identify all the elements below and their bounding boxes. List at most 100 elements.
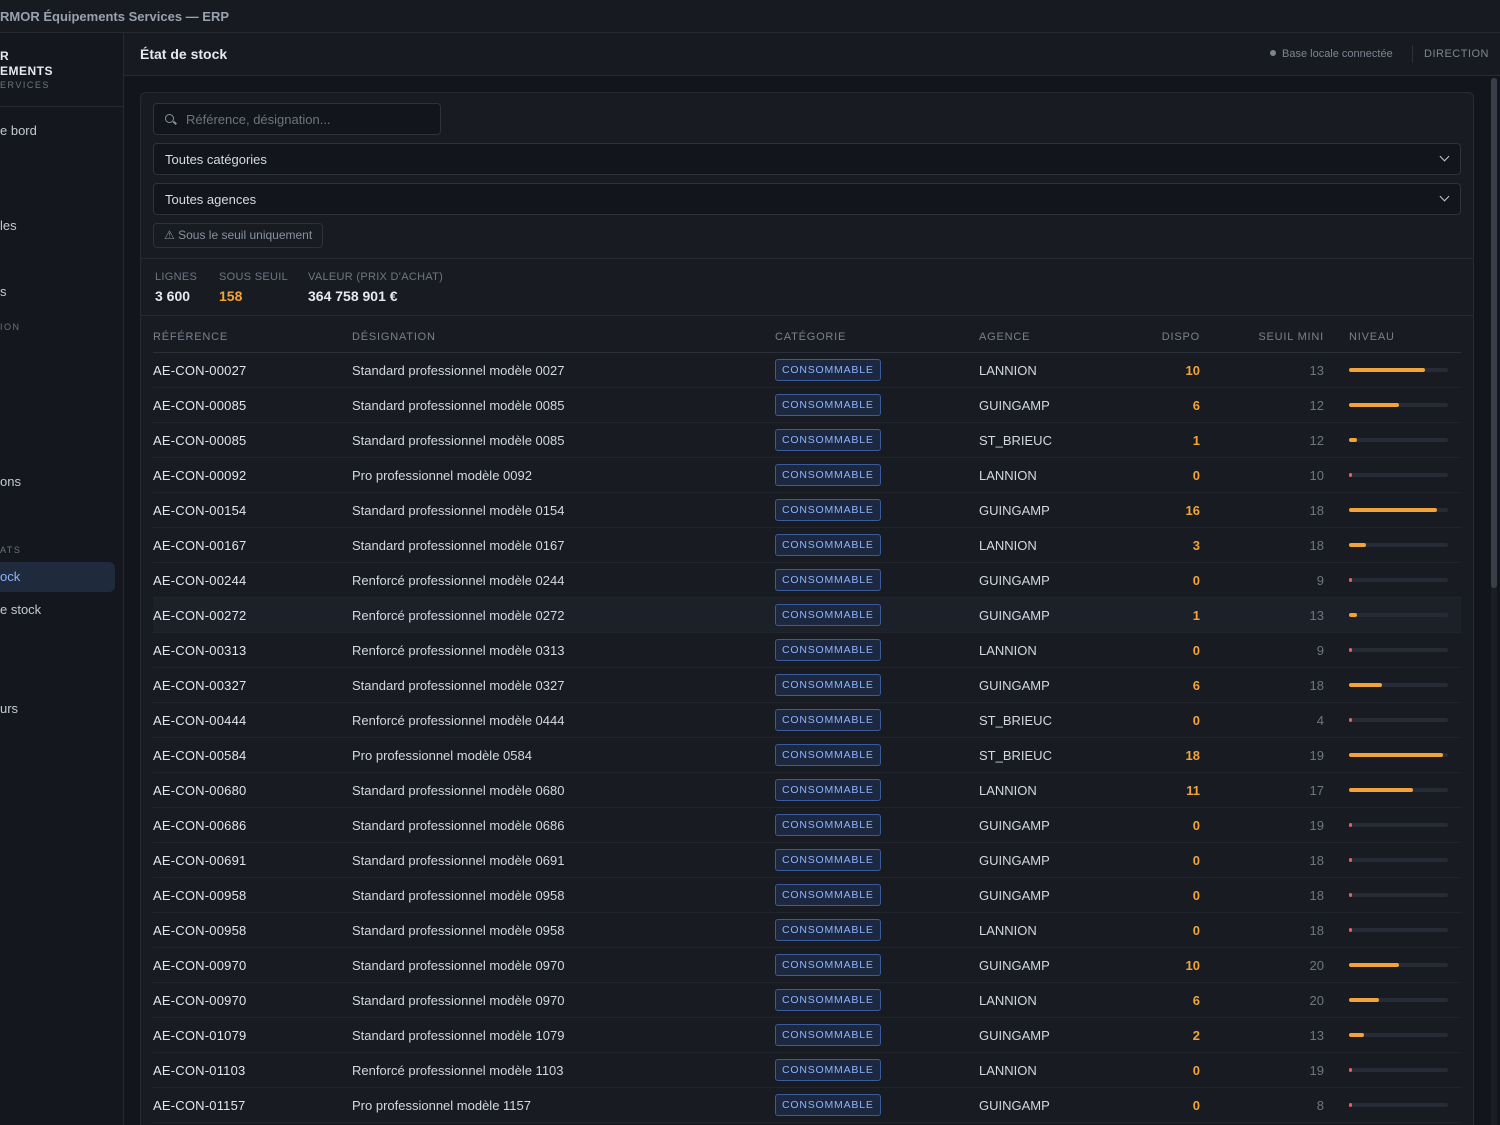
cell-dispo: 0 [1192, 888, 1200, 903]
level-bar [1349, 403, 1448, 407]
sidebar-item-modules[interactable]: les [0, 218, 17, 233]
scrollbar-thumb[interactable] [1491, 78, 1497, 588]
level-bar-fill [1349, 578, 1352, 582]
cell-designation: Standard professionnel modèle 0167 [352, 538, 565, 553]
stat-lines: LIGNES 3 600 [155, 271, 197, 304]
level-bar-fill [1349, 718, 1352, 722]
level-bar [1349, 1033, 1448, 1037]
column-header-reference[interactable]: RÉFÉRENCE [153, 331, 228, 343]
sidebar-item-misc[interactable]: s [0, 284, 7, 299]
table-row[interactable]: AE-CON-00958 Standard professionnel modèl… [153, 878, 1461, 913]
cell-designation: Standard professionnel modèle 0958 [352, 888, 565, 903]
level-bar [1349, 648, 1448, 652]
table-row[interactable]: AE-CON-01103 Renforcé professionnel modèl… [153, 1053, 1461, 1088]
column-header-designation[interactable]: DÉSIGNATION [352, 331, 436, 343]
cell-dispo: 10 [1185, 958, 1200, 973]
cell-reference: AE-CON-00085 [153, 433, 247, 448]
cell-designation: Pro professionnel modèle 0584 [352, 748, 532, 763]
cell-agency: LANNION [979, 363, 1037, 378]
level-bar [1349, 963, 1448, 967]
cell-agency: ST_BRIEUC [979, 748, 1052, 763]
user-role[interactable]: DIRECTION [1424, 48, 1489, 60]
level-bar [1349, 998, 1448, 1002]
search-input[interactable] [186, 104, 436, 134]
level-bar [1349, 578, 1448, 582]
cell-threshold: 18 [1309, 888, 1324, 903]
category-badge: CONSOMMABLE [775, 709, 881, 731]
table-row[interactable]: AE-CON-00958 Standard professionnel modèl… [153, 913, 1461, 948]
table-row[interactable]: AE-CON-00970 Standard professionnel modèl… [153, 948, 1461, 983]
table-row[interactable]: AE-CON-00085 Standard professionnel modèl… [153, 423, 1461, 458]
cell-reference: AE-CON-00244 [153, 573, 247, 588]
cell-threshold: 13 [1309, 608, 1324, 623]
table-row[interactable]: AE-CON-00313 Renforcé professionnel modèl… [153, 633, 1461, 668]
sidebar-item-dashboard[interactable]: e bord [0, 123, 37, 138]
table-row[interactable]: AE-CON-00092 Pro professionnel modèle 009… [153, 458, 1461, 493]
table-row[interactable]: AE-CON-01079 Standard professionnel modèl… [153, 1018, 1461, 1053]
cell-threshold: 19 [1309, 748, 1324, 763]
connection-status: Base locale connectée [1270, 48, 1393, 60]
header-separator [1412, 45, 1413, 63]
table-row[interactable]: AE-CON-00244 Renforcé professionnel modèl… [153, 563, 1461, 598]
table-row[interactable]: AE-CON-00154 Standard professionnel modèl… [153, 493, 1461, 528]
sidebar-item-stock-movements[interactable]: e stock [0, 602, 41, 617]
table-row[interactable]: AE-CON-00027 Standard professionnel modèl… [153, 353, 1461, 388]
category-badge: CONSOMMABLE [775, 814, 881, 836]
cell-reference: AE-CON-00444 [153, 713, 247, 728]
column-header-agency[interactable]: AGENCE [979, 331, 1030, 343]
category-badge: CONSOMMABLE [775, 1094, 881, 1116]
cell-reference: AE-CON-00958 [153, 888, 247, 903]
table-row[interactable]: AE-CON-00327 Standard professionnel modèl… [153, 668, 1461, 703]
agency-select[interactable]: Toutes agences [153, 183, 1461, 215]
table-row[interactable]: AE-CON-00691 Standard professionnel modèl… [153, 843, 1461, 878]
stat-below-value: 158 [219, 288, 243, 304]
stats-divider [141, 315, 1473, 316]
table-row[interactable]: AE-CON-00680 Standard professionnel modèl… [153, 773, 1461, 808]
category-badge: CONSOMMABLE [775, 1024, 881, 1046]
stat-lines-value: 3 600 [155, 288, 191, 304]
cell-agency: LANNION [979, 783, 1037, 798]
cell-reference: AE-CON-01157 [153, 1098, 246, 1113]
column-header-category[interactable]: CATÉGORIE [775, 331, 846, 343]
table-row[interactable]: AE-CON-00584 Pro professionnel modèle 058… [153, 738, 1461, 773]
stat-value: VALEUR (PRIX D'ACHAT) 364 758 901 € [308, 271, 443, 304]
table-row[interactable]: AE-CON-00970 Standard professionnel modèl… [153, 983, 1461, 1018]
level-bar-fill [1349, 893, 1352, 897]
level-bar-fill [1349, 963, 1399, 967]
category-badge: CONSOMMABLE [775, 1059, 881, 1081]
cell-dispo: 0 [1192, 853, 1200, 868]
chevron-down-icon [1439, 191, 1450, 202]
table-row[interactable]: AE-CON-01157 Pro professionnel modèle 115… [153, 1088, 1461, 1123]
level-bar [1349, 718, 1448, 722]
cell-dispo: 1 [1192, 608, 1200, 623]
category-badge: CONSOMMABLE [775, 674, 881, 696]
column-header-dispo[interactable]: DISPO [1143, 331, 1200, 343]
category-select-value: Toutes catégories [165, 152, 267, 167]
category-select[interactable]: Toutes catégories [153, 143, 1461, 175]
table-row[interactable]: AE-CON-00272 Renforcé professionnel modèl… [153, 598, 1461, 633]
table-row[interactable]: AE-CON-00085 Standard professionnel modèl… [153, 388, 1461, 423]
level-bar-fill [1349, 1033, 1364, 1037]
cell-reference: AE-CON-00970 [153, 993, 247, 1008]
sidebar-item-operations[interactable]: ons [0, 474, 21, 489]
table-row[interactable]: AE-CON-00167 Standard professionnel modèl… [153, 528, 1461, 563]
search-field[interactable] [153, 103, 441, 135]
sidebar-item-stock-status[interactable]: ock [0, 562, 115, 592]
below-threshold-toggle[interactable]: ⚠ Sous le seuil uniquement [153, 223, 324, 248]
sidebar-section-management: ION [0, 322, 21, 332]
stock-table: RÉFÉRENCE DÉSIGNATION CATÉGORIE AGENCE D… [153, 319, 1461, 1123]
sidebar-item-suppliers[interactable]: urs [0, 701, 18, 716]
main-scrollbar[interactable] [1491, 78, 1497, 1125]
table-row[interactable]: AE-CON-00444 Renforcé professionnel modèl… [153, 703, 1461, 738]
cell-agency: GUINGAMP [979, 608, 1050, 623]
level-bar [1349, 438, 1448, 442]
stat-below-label: SOUS SEUIL [219, 271, 289, 283]
cell-dispo: 0 [1192, 713, 1200, 728]
column-header-threshold[interactable]: SEUIL MINI [1253, 331, 1324, 343]
cell-dispo: 2 [1192, 1028, 1200, 1043]
table-row[interactable]: AE-CON-00686 Standard professionnel modèl… [153, 808, 1461, 843]
cell-designation: Pro professionnel modèle 1157 [352, 1098, 531, 1113]
cell-reference: AE-CON-00327 [153, 678, 247, 693]
column-header-level[interactable]: NIVEAU [1349, 331, 1395, 343]
cell-agency: GUINGAMP [979, 853, 1050, 868]
